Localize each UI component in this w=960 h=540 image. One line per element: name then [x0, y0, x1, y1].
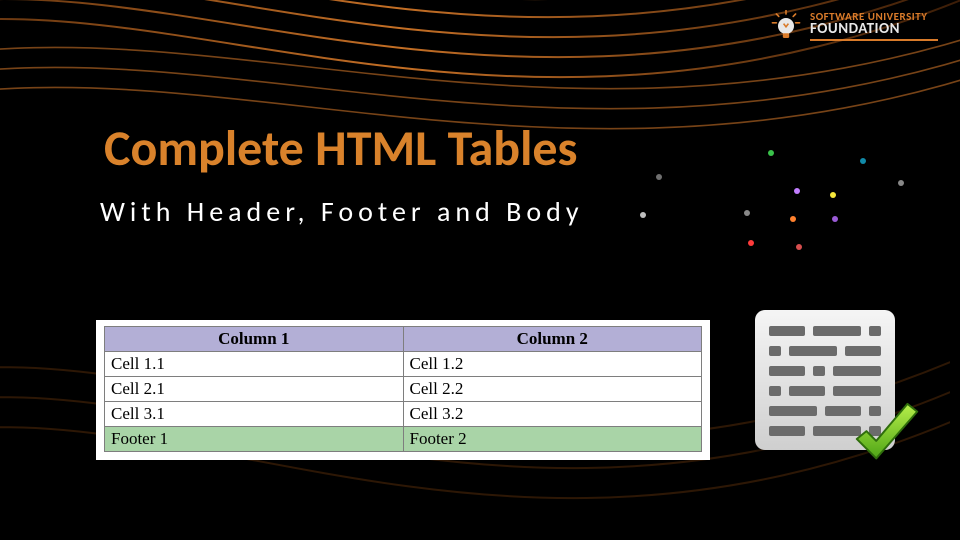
slide-title: Complete HTML Tables	[104, 118, 578, 179]
table-header-cell: Column 2	[403, 327, 702, 352]
confetti-dots	[640, 140, 920, 260]
confetti-dot	[744, 210, 750, 216]
confetti-dot	[656, 174, 662, 180]
table-header-cell: Column 1	[105, 327, 404, 352]
table-cell: Cell 3.2	[403, 402, 702, 427]
table-cell: Cell 1.2	[403, 352, 702, 377]
confetti-dot	[790, 216, 796, 222]
lightbulb-icon	[770, 10, 802, 42]
table-cell: Cell 2.1	[105, 377, 404, 402]
confetti-dot	[796, 244, 802, 250]
table-footer-cell: Footer 2	[403, 427, 702, 452]
logo-underline	[810, 39, 938, 41]
confetti-dot	[768, 150, 774, 156]
table-cell: Cell 1.1	[105, 352, 404, 377]
confetti-dot	[830, 192, 836, 198]
example-table: Column 1 Column 2 Cell 1.1 Cell 1.2 Cell…	[104, 326, 702, 452]
table-check-icon	[755, 308, 915, 468]
confetti-dot	[898, 180, 904, 186]
confetti-dot	[860, 158, 866, 164]
confetti-dot	[832, 216, 838, 222]
table-footer-row: Footer 1 Footer 2	[105, 427, 702, 452]
table-footer-cell: Footer 1	[105, 427, 404, 452]
logo-line2: FOUNDATION	[810, 22, 938, 37]
table-cell: Cell 2.2	[403, 377, 702, 402]
confetti-dot	[748, 240, 754, 246]
checkmark-icon	[847, 398, 925, 476]
table-row: Cell 1.1 Cell 1.2	[105, 352, 702, 377]
softuni-logo: SOFTWARE UNIVERSITY FOUNDATION	[770, 10, 938, 42]
table-row: Cell 3.1 Cell 3.2	[105, 402, 702, 427]
confetti-dot	[640, 212, 646, 218]
table-cell: Cell 3.1	[105, 402, 404, 427]
confetti-dot	[794, 188, 800, 194]
example-table-wrap: Column 1 Column 2 Cell 1.1 Cell 1.2 Cell…	[96, 320, 710, 460]
table-header-row: Column 1 Column 2	[105, 327, 702, 352]
table-row: Cell 2.1 Cell 2.2	[105, 377, 702, 402]
slide-subtitle: With Header, Footer and Body	[100, 194, 584, 229]
